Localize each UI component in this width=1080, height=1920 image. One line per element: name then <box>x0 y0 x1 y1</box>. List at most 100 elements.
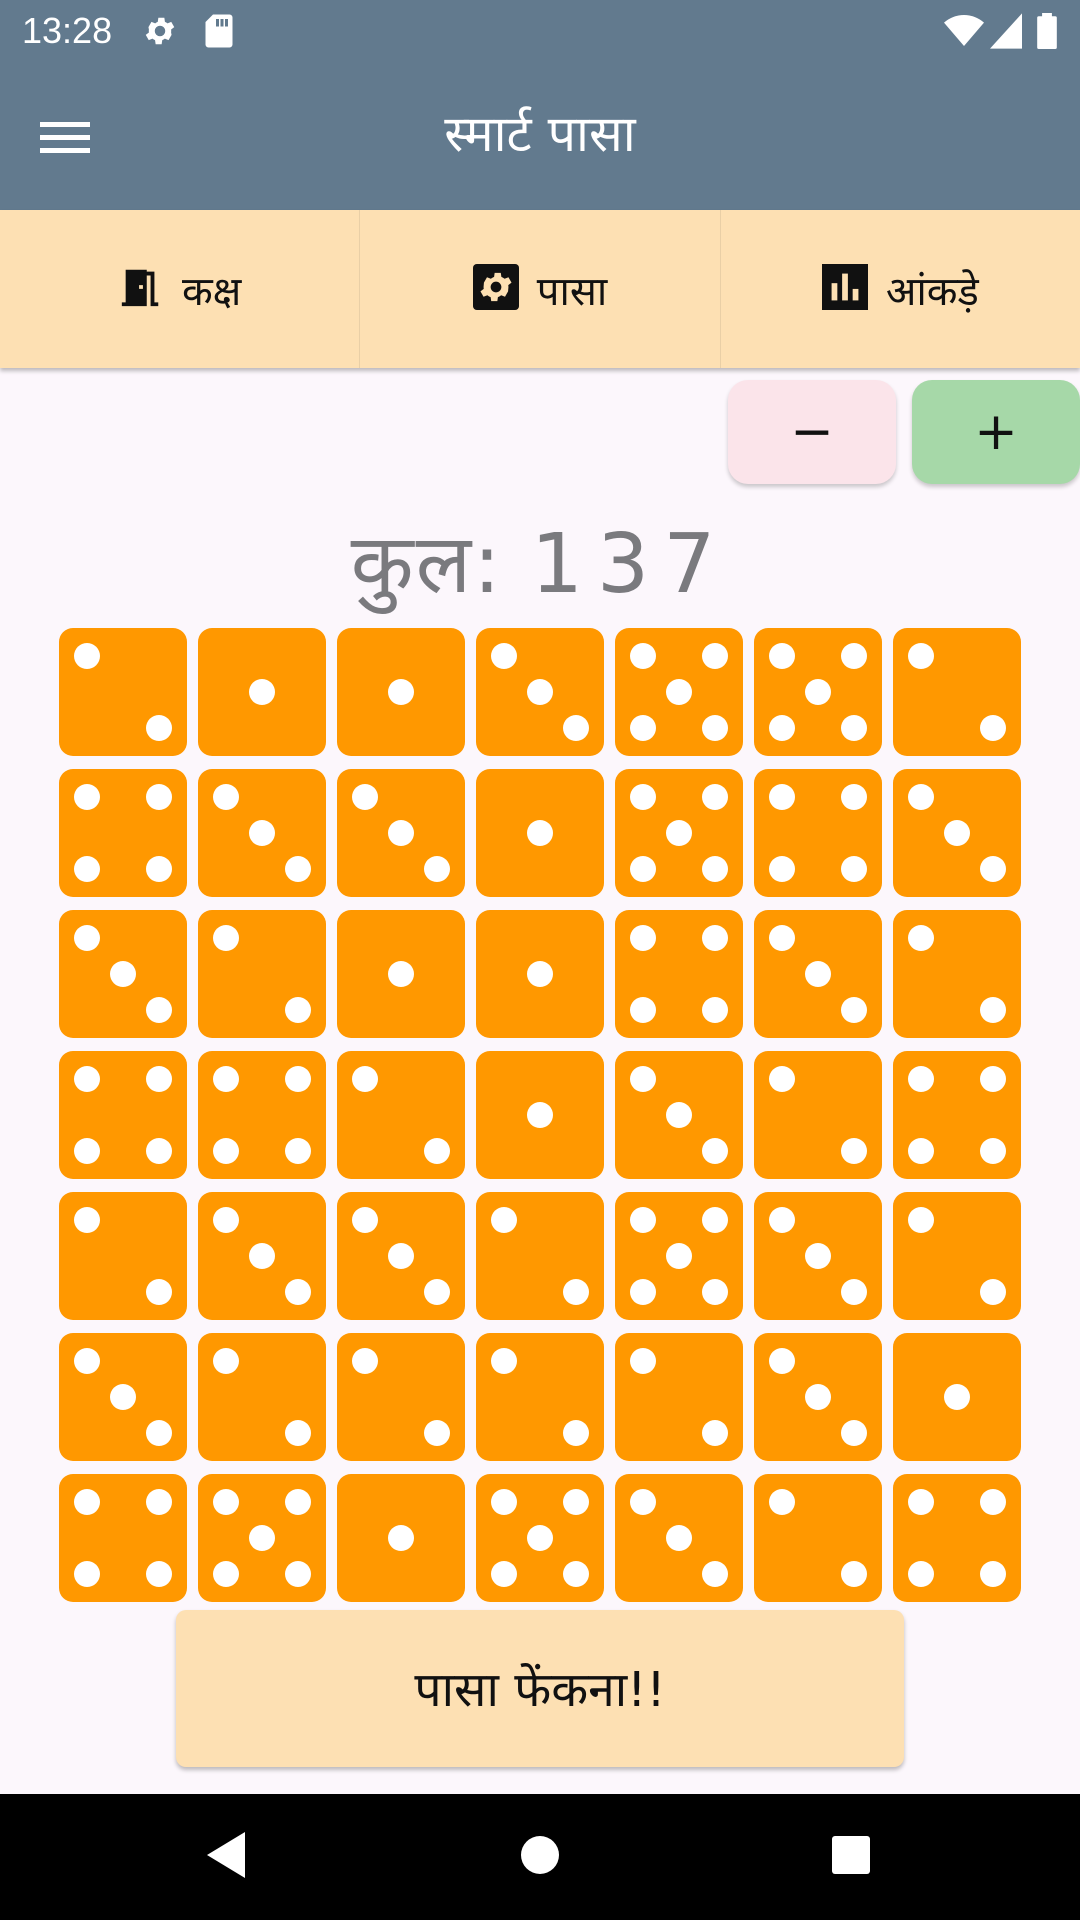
die-pip <box>908 1066 935 1093</box>
die[interactable] <box>476 1333 604 1461</box>
die-pip <box>284 855 311 882</box>
die[interactable] <box>615 1333 743 1461</box>
die[interactable] <box>198 1333 326 1461</box>
die[interactable] <box>476 628 604 756</box>
die[interactable] <box>754 1333 882 1461</box>
die[interactable] <box>476 1474 604 1602</box>
die[interactable] <box>337 1192 465 1320</box>
die-pip <box>388 1525 414 1551</box>
die-pip <box>908 1137 935 1164</box>
die[interactable] <box>615 769 743 897</box>
die-pip <box>74 643 101 670</box>
total-value: 137 <box>530 517 730 612</box>
die[interactable] <box>893 769 1021 897</box>
die[interactable] <box>754 628 882 756</box>
die[interactable] <box>337 769 465 897</box>
die-pip <box>979 1066 1006 1093</box>
die[interactable] <box>59 1333 187 1461</box>
die[interactable] <box>198 628 326 756</box>
die[interactable] <box>615 1192 743 1320</box>
die[interactable] <box>198 1192 326 1320</box>
die-pip <box>74 1207 101 1234</box>
die-pip <box>769 1066 796 1093</box>
tab-bar: कक्ष पासा आंकड़े <box>0 210 1080 368</box>
back-icon[interactable] <box>205 1830 249 1884</box>
die[interactable] <box>198 910 326 1038</box>
die-pip <box>701 1207 728 1234</box>
die-pip <box>666 820 692 846</box>
die-pip <box>630 643 657 670</box>
die[interactable] <box>754 1051 882 1179</box>
die[interactable] <box>59 910 187 1038</box>
die-pip <box>249 1525 275 1551</box>
die-pip <box>145 1419 172 1446</box>
die[interactable] <box>59 628 187 756</box>
tab-dice-label: पासा <box>536 268 608 315</box>
die[interactable] <box>198 769 326 897</box>
die[interactable] <box>337 1333 465 1461</box>
die-pip <box>284 1137 311 1164</box>
die-pip <box>352 1348 379 1375</box>
die[interactable] <box>337 1474 465 1602</box>
wifi-icon <box>944 13 984 53</box>
recents-icon[interactable] <box>830 1830 872 1884</box>
tab-dice[interactable]: पासा <box>360 210 721 368</box>
die[interactable] <box>893 1051 1021 1179</box>
die[interactable] <box>754 769 882 897</box>
die[interactable] <box>893 1192 1021 1320</box>
die-pip <box>562 1560 589 1587</box>
remove-die-button[interactable]: − <box>728 380 896 484</box>
tab-room[interactable]: कक्ष <box>0 210 361 368</box>
die[interactable] <box>615 1051 743 1179</box>
die[interactable] <box>337 628 465 756</box>
status-bar: 13:28 <box>0 0 1080 62</box>
die[interactable] <box>198 1051 326 1179</box>
die[interactable] <box>754 1192 882 1320</box>
die-pip <box>908 1207 935 1234</box>
die[interactable] <box>615 1474 743 1602</box>
die-pip <box>284 1278 311 1305</box>
die-pip <box>630 1348 657 1375</box>
add-die-button[interactable]: + <box>912 380 1080 484</box>
die-pip <box>145 1278 172 1305</box>
die[interactable] <box>59 1051 187 1179</box>
status-time: 13:28 <box>22 10 113 51</box>
die-pip <box>284 1066 311 1093</box>
die[interactable] <box>893 1474 1021 1602</box>
die[interactable] <box>615 910 743 1038</box>
die[interactable] <box>893 910 1021 1038</box>
die-pip <box>110 961 136 987</box>
die-pip <box>352 784 379 811</box>
die-pip <box>840 784 867 811</box>
die-pip <box>979 1560 1006 1587</box>
tab-stats[interactable]: आंकड़े <box>721 210 1080 368</box>
die[interactable] <box>198 1474 326 1602</box>
die[interactable] <box>476 910 604 1038</box>
die-pip <box>213 1137 240 1164</box>
home-icon[interactable] <box>519 1830 561 1884</box>
die[interactable] <box>337 910 465 1038</box>
die[interactable] <box>754 910 882 1038</box>
die-pip <box>701 714 728 741</box>
die[interactable] <box>754 1474 882 1602</box>
die[interactable] <box>337 1051 465 1179</box>
die-pip <box>145 1489 172 1516</box>
die[interactable] <box>59 1192 187 1320</box>
die[interactable] <box>476 769 604 897</box>
die[interactable] <box>476 1192 604 1320</box>
die[interactable] <box>59 769 187 897</box>
die-pip <box>840 1560 867 1587</box>
die[interactable] <box>476 1051 604 1179</box>
die-pip <box>769 855 796 882</box>
die-pip <box>666 1525 692 1551</box>
die[interactable] <box>59 1474 187 1602</box>
die-pip <box>527 820 553 846</box>
roll-dice-button[interactable]: पासा फेंकना!! <box>176 1610 904 1767</box>
battery-icon <box>1036 13 1058 53</box>
die[interactable] <box>893 628 1021 756</box>
die[interactable] <box>893 1333 1021 1461</box>
die-pip <box>979 714 1006 741</box>
die[interactable] <box>615 628 743 756</box>
die-pip <box>701 1137 728 1164</box>
die-pip <box>630 1207 657 1234</box>
